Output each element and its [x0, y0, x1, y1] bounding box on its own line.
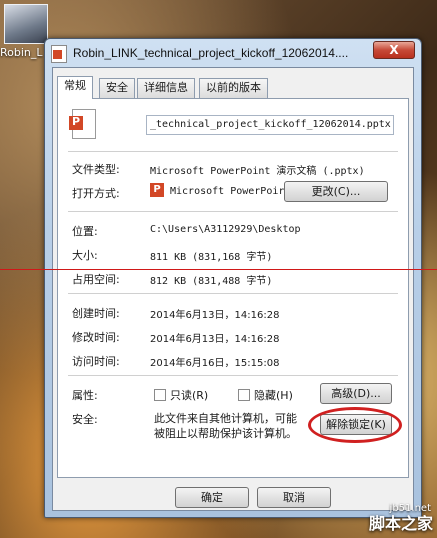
window-title: Robin_LINK_technical_project_kickoff_120… — [73, 46, 349, 60]
close-button[interactable]: X — [373, 41, 415, 59]
tab-previous-versions[interactable]: 以前的版本 — [199, 78, 268, 98]
titlebar[interactable]: Robin_LINK_technical_project_kickoff_120… — [45, 39, 421, 67]
advanced-button[interactable]: 高级(D)... — [320, 383, 392, 404]
modified-value: 2014年6月13日，14:16:28 — [150, 334, 280, 345]
powerpoint-small-icon: P — [150, 183, 164, 197]
desktop-shortcut-label: Robin_L — [0, 46, 43, 59]
size-label: 大小: — [72, 249, 98, 262]
location-value: C:\Users\A3112929\Desktop — [150, 224, 301, 235]
watermark-logo-text: 脚本之家 — [368, 514, 433, 533]
readonly-label[interactable]: 只读(R) — [170, 387, 208, 403]
attributes-label: 属性: — [72, 389, 98, 402]
annotation-line — [0, 269, 437, 270]
change-button[interactable]: 更改(C)... — [284, 181, 388, 202]
properties-window: Robin_LINK_technical_project_kickoff_120… — [44, 38, 422, 518]
security-message: 此文件来自其他计算机，可能 被阻止以帮助保护该计算机。 — [154, 411, 297, 441]
divider — [68, 375, 398, 376]
security-label: 安全: — [72, 413, 98, 426]
disk-size-label: 占用空间: — [72, 273, 120, 286]
tab-details[interactable]: 详细信息 — [137, 78, 195, 98]
readonly-checkbox[interactable] — [154, 389, 166, 401]
created-value: 2014年6月13日，14:16:28 — [150, 310, 280, 321]
general-panel: _technical_project_kickoff_12062014.pptx… — [57, 98, 409, 478]
annotation-circle — [308, 407, 402, 443]
divider — [68, 151, 398, 152]
tab-general[interactable]: 常规 — [57, 76, 93, 99]
created-label: 创建时间: — [72, 307, 120, 320]
file-type-label: 文件类型: — [72, 163, 120, 176]
desktop-shortcut-icon[interactable] — [4, 4, 48, 44]
dialog-client-area: 常规 安全 详细信息 以前的版本 _technical_project_kick… — [52, 67, 414, 511]
divider — [68, 293, 398, 294]
powerpoint-large-icon — [69, 109, 96, 139]
open-with-label: 打开方式: — [72, 187, 120, 200]
security-message-line: 被阻止以帮助保护该计算机。 — [154, 427, 297, 440]
accessed-label: 访问时间: — [72, 355, 120, 368]
file-type-value: Microsoft PowerPoint 演示文稿 (.pptx) — [150, 166, 365, 177]
security-message-line: 此文件来自其他计算机，可能 — [154, 412, 297, 425]
hidden-label[interactable]: 隐藏(H) — [254, 387, 293, 403]
hidden-checkbox[interactable] — [238, 389, 250, 401]
cancel-button[interactable]: 取消 — [257, 487, 331, 508]
accessed-value: 2014年6月16日，15:15:08 — [150, 358, 280, 369]
size-value: 811 KB (831,168 字节) — [150, 252, 273, 263]
disk-size-value: 812 KB (831,488 字节) — [150, 276, 273, 287]
modified-label: 修改时间: — [72, 331, 120, 344]
tab-security[interactable]: 安全 — [99, 78, 135, 98]
ok-button[interactable]: 确定 — [175, 487, 249, 508]
powerpoint-file-icon — [51, 45, 67, 63]
location-label: 位置: — [72, 225, 98, 238]
open-with-value: Microsoft PowerPoir — [170, 186, 285, 197]
filename-input[interactable]: _technical_project_kickoff_12062014.pptx — [146, 115, 394, 135]
divider — [68, 211, 398, 212]
